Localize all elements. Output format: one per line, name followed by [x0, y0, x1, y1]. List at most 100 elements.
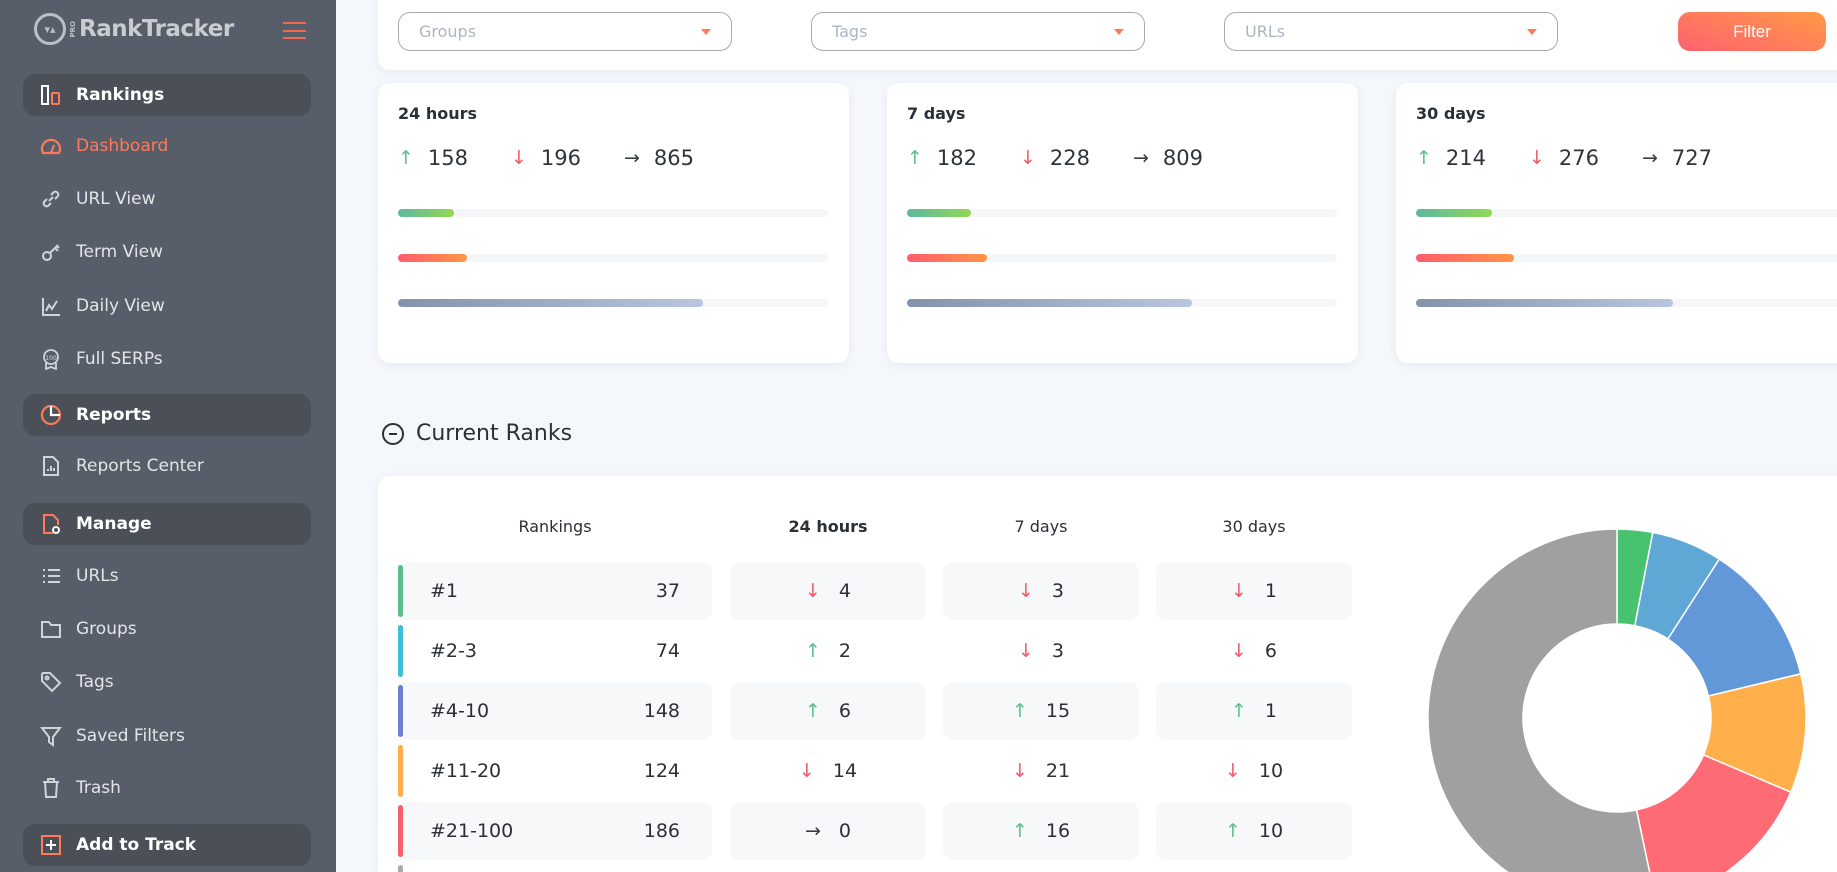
section-title: Current Ranks	[416, 421, 573, 446]
sidebar-item-reports[interactable]: Reports	[23, 394, 311, 436]
sidebar-item-label: Groups	[76, 619, 137, 639]
rank-row-4[interactable]: #21-100 186	[398, 802, 712, 860]
tag-icon	[40, 671, 62, 693]
improved-progress	[398, 209, 828, 217]
sidebar-item-tags[interactable]: Tags	[23, 661, 311, 703]
rank-row-0[interactable]: #1 37	[398, 562, 712, 620]
stat-card: 30 days ↑ 214 ↓ 276 → 727	[1396, 83, 1837, 363]
logo[interactable]: ▾▴ PRO RankTracker	[34, 13, 234, 45]
arrow-up-icon: ↑	[804, 700, 821, 722]
sidebar-item-url-view[interactable]: URL View	[23, 178, 311, 220]
sidebar-item-label: Trash	[76, 778, 121, 798]
rank-change-d7: ↓ 3	[943, 622, 1139, 680]
rank-row-3[interactable]: #11-20 124	[398, 742, 712, 800]
key-icon	[40, 241, 62, 263]
sidebar-item-rankings[interactable]: Rankings	[23, 74, 311, 116]
rank-count: 148	[643, 700, 680, 722]
rank-row-1[interactable]: #2-3 74	[398, 622, 712, 680]
tags-placeholder: Tags	[832, 22, 868, 41]
filter-button[interactable]: Filter	[1678, 12, 1826, 51]
improved-progress	[1416, 209, 1837, 217]
declined-progress	[1416, 254, 1837, 262]
dashboard-gauge-icon	[40, 135, 62, 157]
arrow-down-icon: ↓	[798, 760, 815, 782]
sidebar-item-urls[interactable]: URLs	[23, 555, 311, 597]
sidebar-item-term-view[interactable]: Term View	[23, 231, 311, 273]
sidebar-item-saved-filters[interactable]: Saved Filters	[23, 715, 311, 757]
col-header-24h: 24 hours	[788, 517, 868, 536]
change-value: 0	[838, 820, 851, 842]
stat-period: 7 days	[907, 104, 966, 123]
arrow-down-icon: ↓	[1230, 580, 1247, 602]
sidebar-item-full-serps[interactable]: 100 Full SERPs	[23, 338, 311, 380]
unchanged-progress	[1416, 299, 1837, 307]
improved-count: ↑ 182	[907, 146, 1020, 170]
sidebar-item-label: Add to Track	[76, 835, 197, 855]
rank-change-d30: ↓ 1	[1156, 562, 1352, 620]
arrow-up-icon: ↑	[804, 640, 821, 662]
sidebar-item-add-to-track[interactable]: Add to Track	[23, 824, 311, 866]
rank-label: #4-10	[430, 700, 490, 722]
sidebar-item-dashboard[interactable]: Dashboard	[23, 125, 311, 167]
unchanged-progress	[398, 299, 828, 307]
rank-count: 124	[643, 760, 680, 782]
improved-count: ↑ 214	[1416, 146, 1529, 170]
sidebar-item-trash[interactable]: Trash	[23, 767, 311, 809]
improved-progress	[907, 209, 1337, 217]
change-value: 3	[1051, 640, 1064, 662]
rank-change-h24: ↓ 4	[730, 562, 926, 620]
rank-change-h24: ↑ 2	[730, 622, 926, 680]
rank-label: #2-3	[430, 640, 477, 662]
logo-pro: PRO	[69, 20, 77, 38]
sidebar-item-label: URL View	[76, 189, 156, 209]
declined-progress	[907, 254, 1337, 262]
unchanged-value: 809	[1162, 146, 1204, 170]
arrow-right-icon: →	[1642, 147, 1658, 169]
arrow-up-icon: ↑	[398, 147, 414, 169]
sidebar-item-manage[interactable]: Manage	[23, 503, 311, 545]
tags-select[interactable]: Tags	[811, 12, 1145, 51]
arrow-up-icon: ↑	[1224, 820, 1241, 842]
rank-change-h24: → 0	[730, 802, 926, 860]
rank-count: 186	[643, 820, 680, 842]
arrow-down-icon: ↓	[1011, 760, 1028, 782]
sidebar-item-label: Term View	[76, 242, 163, 262]
stat-card: 24 hours ↑ 158 ↓ 196 → 865	[378, 83, 849, 363]
change-value: 16	[1045, 820, 1071, 842]
filter-icon	[40, 725, 62, 747]
plus-square-icon	[40, 834, 62, 856]
col-header-30d: 30 days	[1222, 517, 1286, 536]
chevron-down-icon	[1114, 28, 1124, 35]
sidebar-item-reports-center[interactable]: Reports Center	[23, 445, 311, 487]
declined-count: ↓ 276	[1529, 146, 1642, 170]
rank-change-d30: ↓ 10	[1156, 742, 1352, 800]
rank-change-d30: ↑ 1	[1156, 682, 1352, 740]
sidebar-item-label: Saved Filters	[76, 726, 185, 746]
sidebar: ▾▴ PRO RankTracker Rankings Dashboard URL …	[0, 0, 336, 872]
rank-label: #1	[430, 580, 459, 602]
col-header-rankings: Rankings	[518, 517, 592, 536]
rank-change-h24: ↓ 14	[730, 742, 926, 800]
menu-toggle-icon[interactable]	[283, 22, 306, 39]
arrow-right-icon: →	[624, 147, 640, 169]
urls-select[interactable]: URLs	[1224, 12, 1558, 51]
svg-text:100: 100	[45, 355, 57, 362]
declined-count: ↓ 228	[1020, 146, 1133, 170]
unchanged-count: → 727	[1642, 146, 1755, 170]
change-value: 10	[1258, 760, 1284, 782]
improved-count: ↑ 158	[398, 146, 511, 170]
sidebar-item-label: Daily View	[76, 296, 165, 316]
chevron-down-icon	[701, 28, 711, 35]
sidebar-item-daily-view[interactable]: Daily View	[23, 285, 311, 327]
sidebar-item-groups[interactable]: Groups	[23, 608, 311, 650]
rank-row-2[interactable]: #4-10 148	[398, 682, 712, 740]
arrow-right-icon: →	[1133, 147, 1149, 169]
groups-select[interactable]: Groups	[398, 12, 732, 51]
change-value: 2	[838, 640, 851, 662]
change-value: 6	[1264, 640, 1277, 662]
declined-value: 196	[540, 146, 582, 170]
unchanged-progress	[907, 299, 1337, 307]
sidebar-item-label: URLs	[76, 566, 119, 586]
improved-value: 214	[1445, 146, 1487, 170]
collapse-icon[interactable]	[382, 422, 404, 445]
